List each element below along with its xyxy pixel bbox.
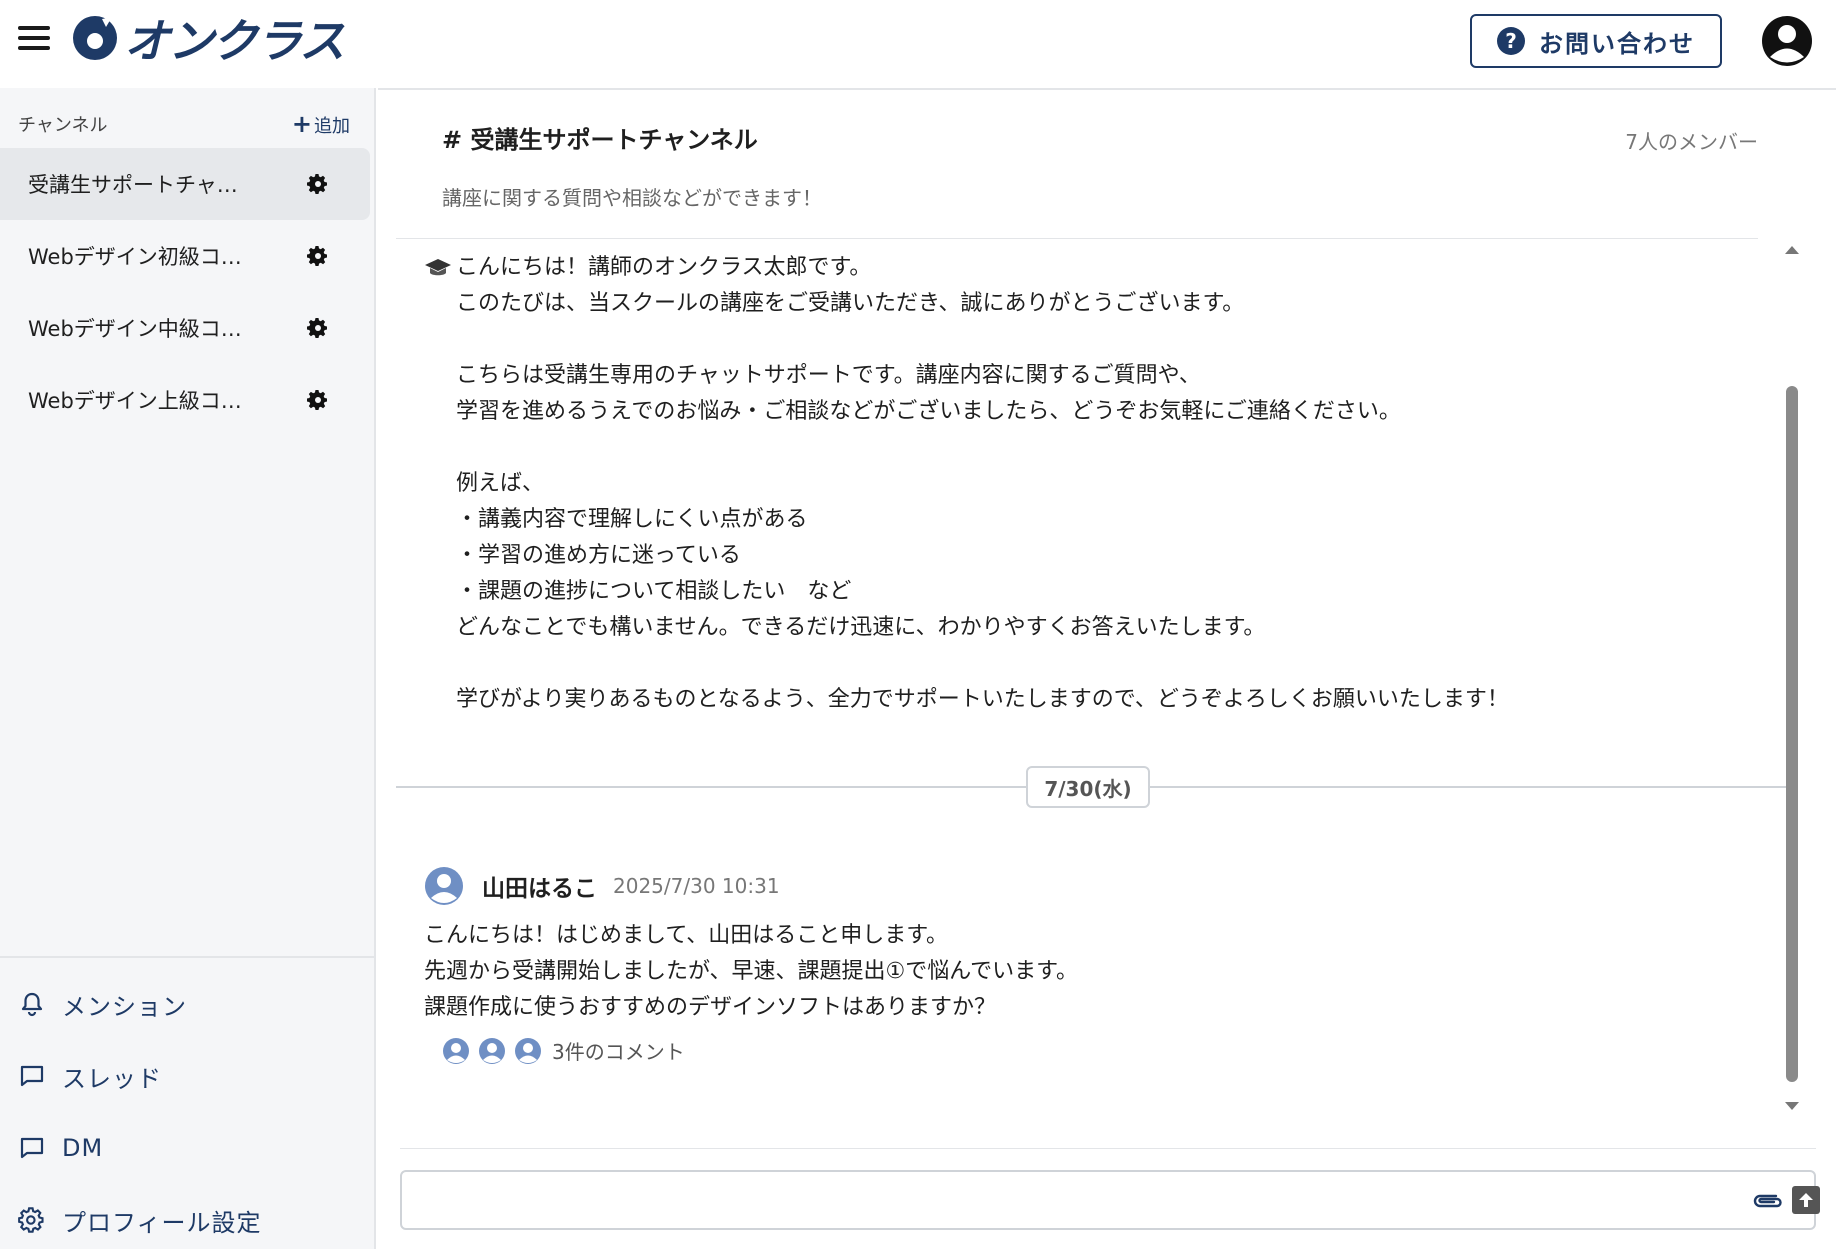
sidebar-item-label: スレッド bbox=[62, 1064, 162, 1093]
question-circle-icon: ? bbox=[1497, 27, 1525, 55]
channel-settings-gear-icon[interactable] bbox=[306, 316, 330, 340]
add-channel-button[interactable]: + 追加 bbox=[292, 110, 350, 138]
sidebar-divider bbox=[0, 956, 374, 958]
send-button[interactable] bbox=[1792, 1186, 1820, 1214]
channel-item-web-advanced[interactable]: Webデザイン上級コ… bbox=[0, 364, 370, 436]
channel-settings-gear-icon[interactable] bbox=[306, 388, 330, 412]
paperclip-icon[interactable] bbox=[1750, 1188, 1784, 1212]
channel-list: 受講生サポートチャ… Webデザイン初級コ… Webデザイン中級コ… Webデザ… bbox=[0, 148, 370, 436]
channel-item-support[interactable]: 受講生サポートチャ… bbox=[0, 148, 370, 220]
date-separator: 7/30(水) bbox=[396, 766, 1786, 810]
channel-description: 講座に関する質問や相談などができます！ bbox=[442, 186, 822, 210]
user-account-icon[interactable] bbox=[1760, 14, 1814, 68]
channel-title: # 受講生サポートチャンネル bbox=[442, 126, 758, 154]
date-separator-label: 7/30(水) bbox=[1026, 766, 1150, 808]
thread-comments-link[interactable]: 3件のコメント bbox=[442, 1036, 1724, 1065]
sidebar-item-dm[interactable]: DM bbox=[18, 1112, 358, 1184]
pinned-message-text: こんにちは！講師のオンクラス太郎です。 このたびは、当スクールの講座をご受講いた… bbox=[456, 255, 1509, 712]
post-timestamp: 2025/7/30 10:31 bbox=[613, 874, 780, 898]
comment-count: 3件のコメント bbox=[552, 1040, 685, 1064]
message-input[interactable] bbox=[416, 1182, 1716, 1218]
header-divider bbox=[396, 238, 1758, 239]
gear-icon bbox=[18, 1207, 44, 1233]
channel-name: Webデザイン初級コ… bbox=[28, 245, 242, 269]
post-author[interactable]: 山田はるこ bbox=[482, 869, 597, 903]
avatar-icon[interactable] bbox=[424, 866, 464, 906]
sidebar-item-label: メンション bbox=[62, 992, 187, 1021]
compose-divider bbox=[400, 1148, 1816, 1149]
post-header: 山田はるこ 2025/7/30 10:31 bbox=[424, 862, 1724, 910]
add-channel-label: 追加 bbox=[314, 116, 350, 137]
member-count[interactable]: 7人のメンバー bbox=[1625, 126, 1758, 155]
channel-name: Webデザイン中級コ… bbox=[28, 317, 242, 341]
bell-icon bbox=[21, 992, 43, 1017]
channel-settings-gear-icon[interactable] bbox=[306, 244, 330, 268]
channel-settings-gear-icon[interactable] bbox=[306, 172, 330, 196]
hamburger-menu-icon[interactable] bbox=[18, 26, 50, 54]
logo-text: オンクラス bbox=[124, 14, 345, 68]
contact-button[interactable]: ? お問い合わせ bbox=[1470, 14, 1722, 68]
channel-name: Webデザイン上級コ… bbox=[28, 389, 242, 413]
channel-item-web-beginner[interactable]: Webデザイン初級コ… bbox=[0, 220, 370, 292]
message-post: 山田はるこ 2025/7/30 10:31 こんにちは！はじめまして、山田はるこ… bbox=[424, 862, 1724, 1065]
channel-main-panel: # 受講生サポートチャンネル 7人のメンバー 講座に関する質問や相談などができま… bbox=[378, 88, 1836, 1249]
sidebar-item-label: プロフィール設定 bbox=[62, 1208, 262, 1237]
arrow-up-icon bbox=[1799, 1193, 1813, 1207]
plus-icon: + bbox=[291, 110, 312, 138]
message-composer bbox=[400, 1170, 1820, 1230]
contact-button-label: お問い合わせ bbox=[1539, 29, 1695, 58]
graduation-cap-icon bbox=[425, 259, 451, 276]
sidebar-item-threads[interactable]: スレッド bbox=[18, 1040, 358, 1112]
post-body: こんにちは！はじめまして、山田はること申します。 先週から受講開始しましたが、早… bbox=[424, 923, 1078, 1020]
scroll-down-arrow-icon[interactable] bbox=[1785, 1102, 1799, 1110]
sidebar-item-mentions[interactable]: メンション bbox=[18, 968, 358, 1040]
channel-name: 受講生サポートチャ… bbox=[28, 173, 238, 197]
message-scrollbar[interactable] bbox=[1782, 246, 1802, 1110]
channel-section-title: チャンネル bbox=[18, 115, 108, 136]
chat-bubble-icon bbox=[20, 1065, 44, 1087]
scroll-up-arrow-icon[interactable] bbox=[1785, 246, 1799, 254]
sidebar-item-profile-settings[interactable]: プロフィール設定 bbox=[18, 1184, 358, 1249]
channel-item-web-intermediate[interactable]: Webデザイン中級コ… bbox=[0, 292, 370, 364]
app-header: オンクラス ? お問い合わせ bbox=[0, 0, 1836, 88]
logo-mark-icon bbox=[73, 16, 117, 60]
sidebar-item-label: DM bbox=[62, 1134, 104, 1162]
chat-bubble-icon bbox=[20, 1137, 44, 1159]
avatar-icon bbox=[515, 1037, 541, 1064]
sidebar: チャンネル + 追加 受講生サポートチャ… Webデザイン初級コ… Webデザイン… bbox=[0, 88, 376, 1249]
channel-section-header: チャンネル + 追加 bbox=[18, 108, 350, 140]
scrollbar-thumb[interactable] bbox=[1786, 386, 1798, 1082]
avatar-icon bbox=[479, 1037, 505, 1064]
avatar-icon bbox=[443, 1037, 469, 1064]
sidebar-menu: メンション スレッド DM プロフィール設定 bbox=[18, 968, 358, 1249]
app-logo[interactable]: オンクラス bbox=[72, 10, 345, 68]
